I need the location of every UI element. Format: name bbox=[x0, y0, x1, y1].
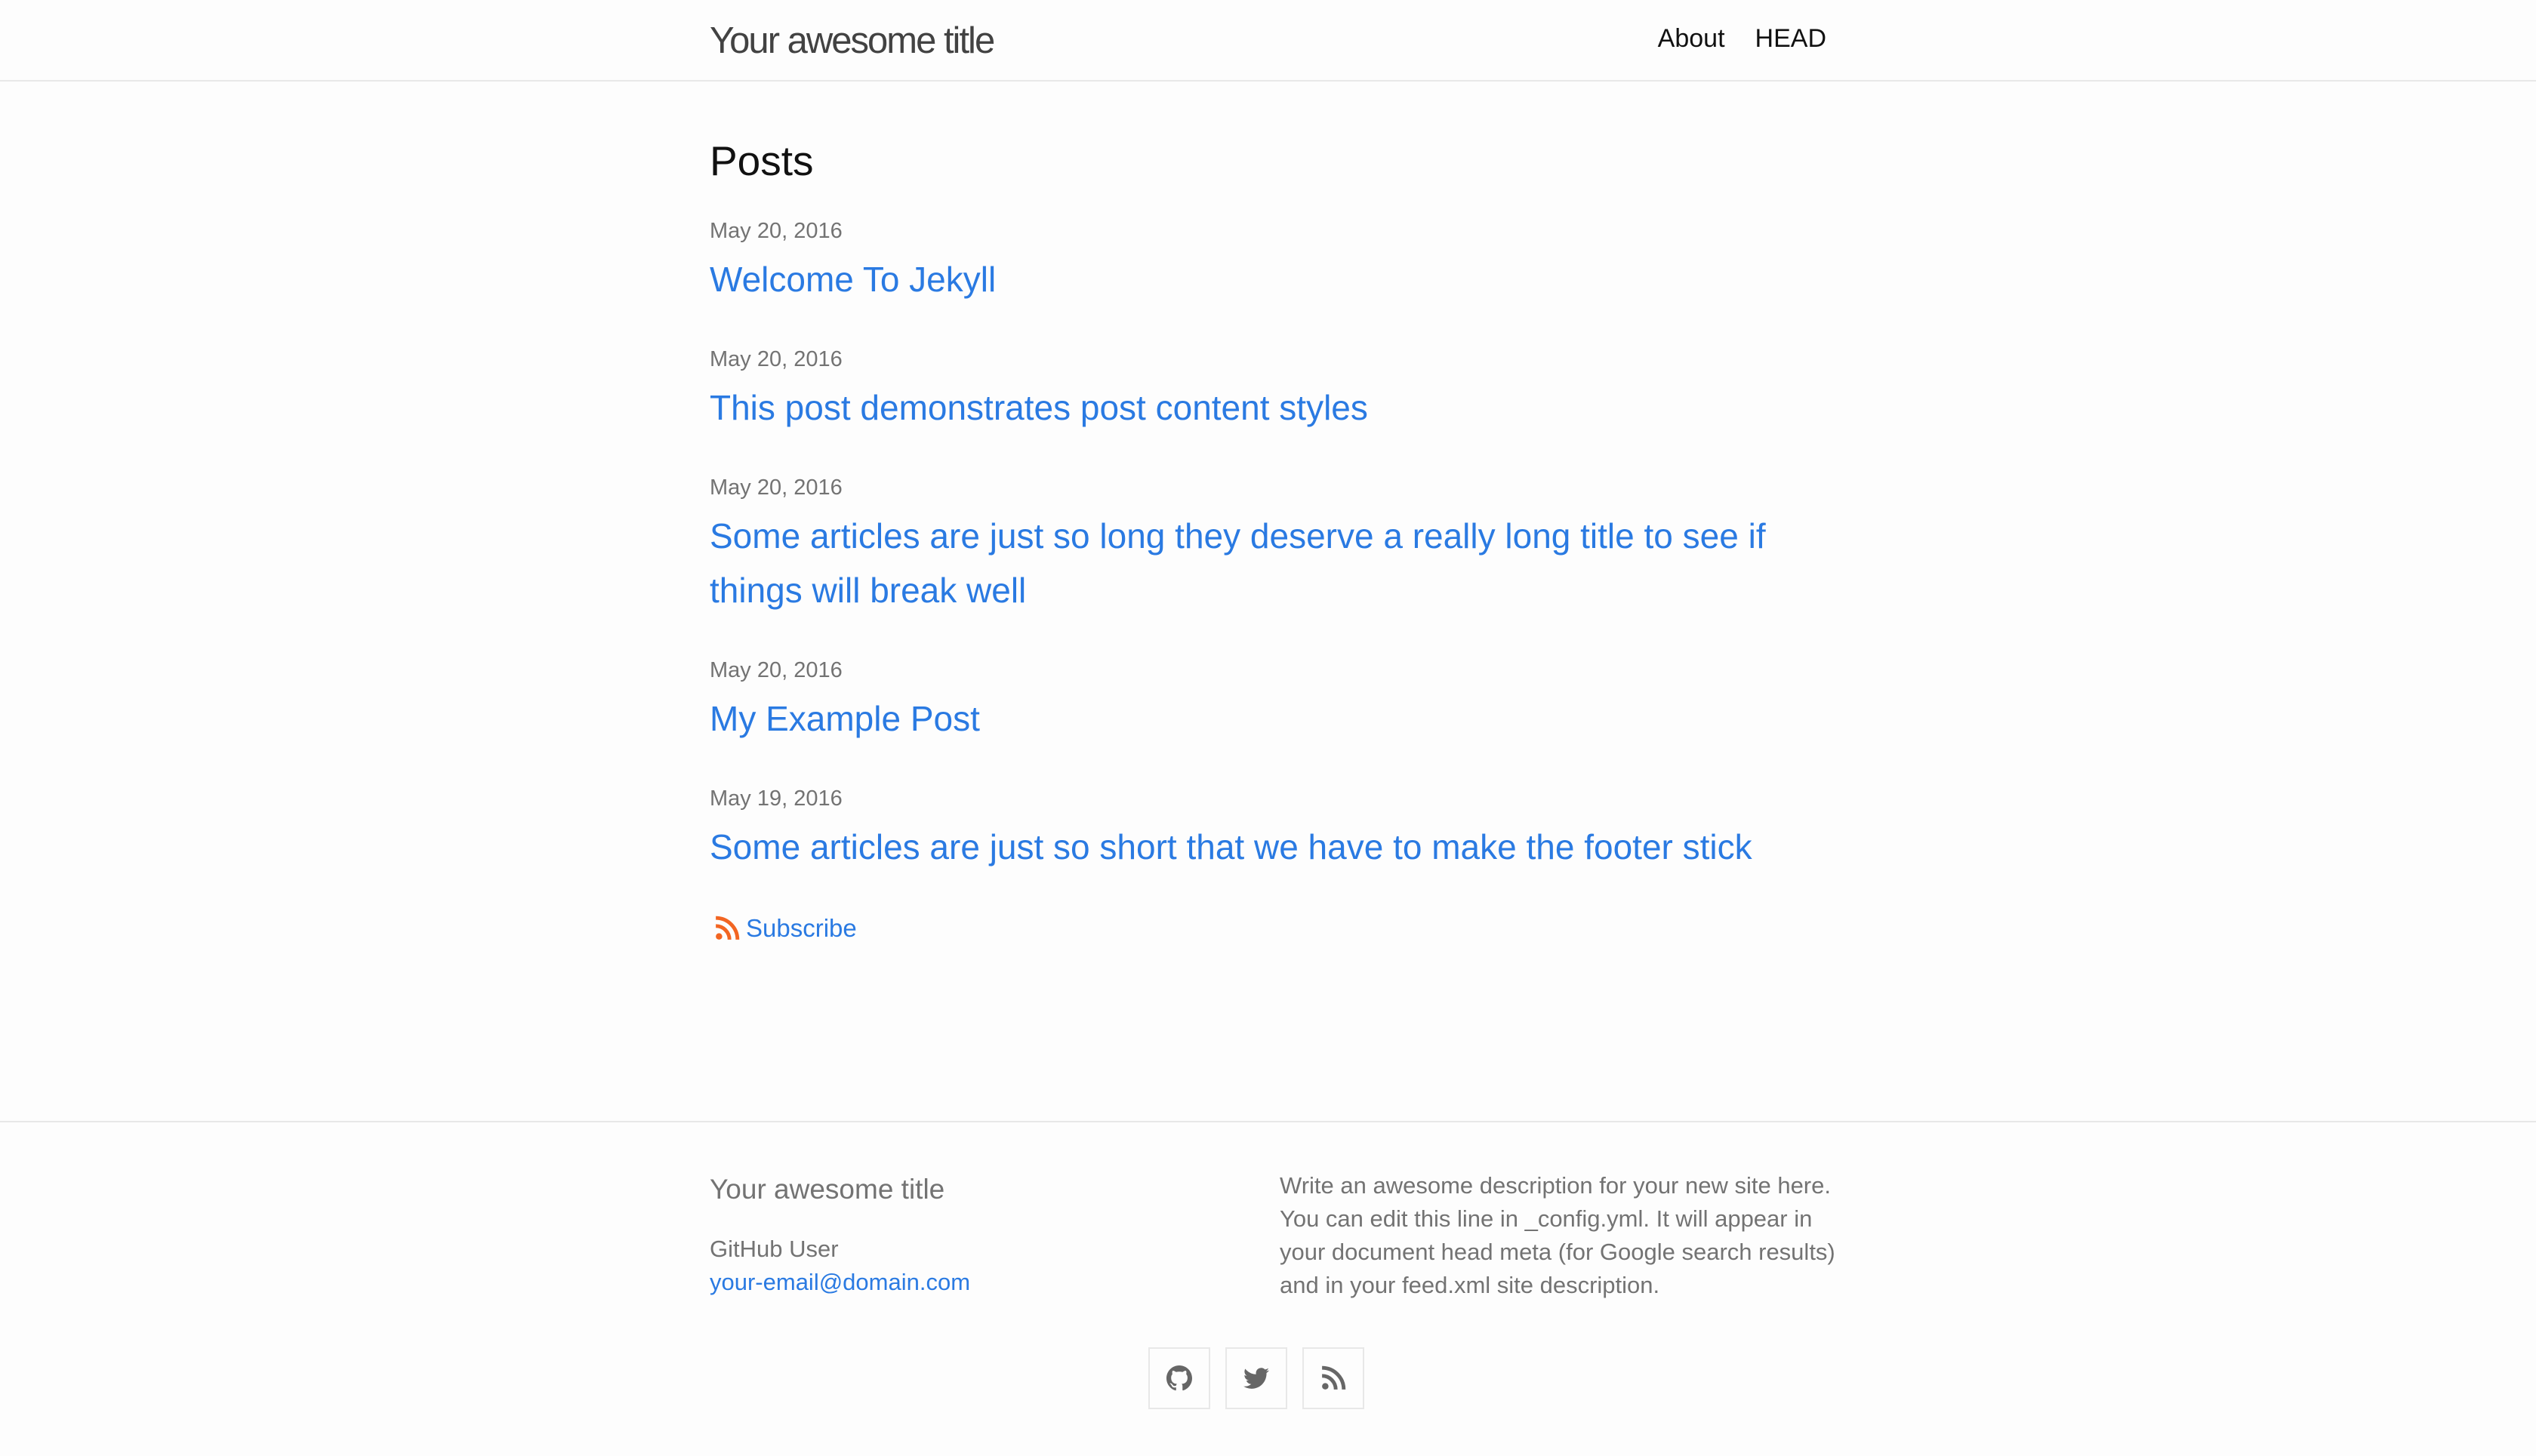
rss-icon bbox=[715, 916, 740, 940]
site-nav: About HEAD bbox=[1658, 23, 1826, 54]
page-content: Posts May 20, 2016 Welcome To Jekyll May… bbox=[710, 134, 1827, 943]
footer-description: Write an awesome description for your ne… bbox=[1280, 1172, 1835, 1298]
rss-subscribe: Subscribe bbox=[714, 913, 1827, 943]
post-title-link[interactable]: Some articles are just so long they dese… bbox=[710, 509, 1827, 617]
footer-author: GitHub User bbox=[710, 1236, 839, 1262]
github-link-button[interactable] bbox=[1148, 1347, 1210, 1409]
post-title-link[interactable]: Welcome To Jekyll bbox=[710, 252, 1827, 306]
post-list-item: May 20, 2016 My Example Post bbox=[710, 657, 1827, 746]
post-title-link[interactable]: Some articles are just so short that we … bbox=[710, 820, 1827, 874]
twitter-icon bbox=[1243, 1368, 1269, 1389]
post-date: May 20, 2016 bbox=[710, 347, 843, 371]
post-title-link[interactable]: My Example Post bbox=[710, 691, 1827, 746]
nav-link-about[interactable]: About bbox=[1658, 23, 1725, 54]
post-list-item: May 20, 2016 Welcome To Jekyll bbox=[710, 217, 1827, 306]
site-header: Your awesome title About HEAD bbox=[0, 0, 2536, 82]
post-title-link[interactable]: This post demonstrates post content styl… bbox=[710, 380, 1827, 435]
footer-heading: Your awesome title bbox=[710, 1174, 945, 1205]
post-list: May 20, 2016 Welcome To Jekyll May 20, 2… bbox=[710, 217, 1827, 874]
post-list-item: May 19, 2016 Some articles are just so s… bbox=[710, 785, 1827, 874]
rss-icon bbox=[1321, 1365, 1346, 1390]
social-links bbox=[1148, 1347, 1364, 1409]
footer-contact: GitHub User your-email@domain.com bbox=[710, 1233, 970, 1299]
rss-feed-button[interactable] bbox=[1302, 1347, 1364, 1409]
site-footer: Your awesome title GitHub User your-emai… bbox=[0, 1121, 2536, 1456]
subscribe-link[interactable]: Subscribe bbox=[746, 913, 857, 943]
posts-heading: Posts bbox=[710, 137, 814, 184]
footer-email-link[interactable]: your-email@domain.com bbox=[710, 1269, 970, 1295]
post-list-item: May 20, 2016 This post demonstrates post… bbox=[710, 346, 1827, 435]
post-date: May 19, 2016 bbox=[710, 786, 843, 811]
nav-link-head[interactable]: HEAD bbox=[1755, 23, 1826, 54]
site-title-link[interactable]: Your awesome title bbox=[710, 20, 995, 62]
post-date: May 20, 2016 bbox=[710, 476, 843, 500]
github-icon bbox=[1166, 1365, 1192, 1391]
post-list-item: May 20, 2016 Some articles are just so l… bbox=[710, 474, 1827, 617]
post-date: May 20, 2016 bbox=[710, 219, 843, 243]
twitter-link-button[interactable] bbox=[1225, 1347, 1287, 1409]
post-date: May 20, 2016 bbox=[710, 658, 843, 682]
